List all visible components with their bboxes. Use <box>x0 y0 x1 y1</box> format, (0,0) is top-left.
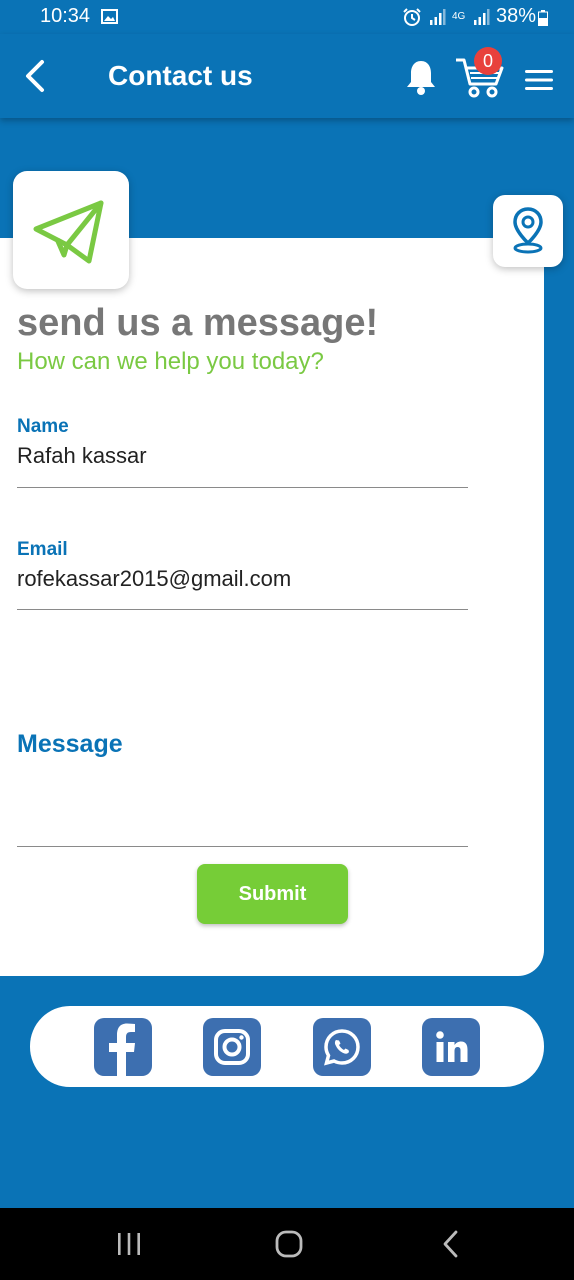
signal-icon-2 <box>473 8 490 25</box>
name-underline <box>17 487 468 488</box>
location-pin-icon <box>513 207 543 254</box>
whatsapp-icon <box>324 1029 360 1066</box>
notification-bell-icon[interactable] <box>404 58 438 96</box>
system-nav-bar <box>0 1208 574 1280</box>
status-time: 10:34 <box>40 5 91 27</box>
email-field[interactable]: rofekassar2015@gmail.com <box>17 566 468 592</box>
email-label: Email <box>17 539 68 560</box>
signal-icon <box>429 8 446 25</box>
name-field[interactable]: Rafah kassar <box>17 443 468 469</box>
facebook-button[interactable] <box>94 1018 152 1076</box>
alarm-icon <box>403 7 421 26</box>
linkedin-icon <box>436 1031 468 1062</box>
battery-level: 38% <box>495 5 536 27</box>
instagram-button[interactable] <box>203 1018 261 1076</box>
battery-icon <box>538 10 548 26</box>
facebook-icon <box>109 1023 135 1076</box>
cart-badge: 0 <box>474 47 502 75</box>
instagram-icon <box>214 1029 250 1065</box>
send-message-tile <box>13 171 129 289</box>
location-button[interactable] <box>493 195 563 267</box>
network-type: 4G <box>451 10 466 22</box>
email-underline <box>17 609 468 610</box>
linkedin-button[interactable] <box>422 1018 480 1076</box>
name-label: Name <box>17 416 69 437</box>
message-field[interactable] <box>17 780 468 840</box>
page-title: Contact us <box>108 60 253 91</box>
back-arrow-icon[interactable] <box>20 58 50 94</box>
gallery-icon <box>101 9 118 24</box>
home-icon[interactable] <box>272 1226 306 1262</box>
back-nav-icon[interactable] <box>438 1226 464 1262</box>
form-subheading: How can we help you today? <box>17 348 324 375</box>
recent-apps-icon[interactable] <box>114 1226 144 1262</box>
submit-button[interactable]: Submit <box>197 864 348 924</box>
paper-plane-icon <box>33 200 104 264</box>
hamburger-menu-icon[interactable] <box>524 68 554 92</box>
status-indicators: 4G 38% <box>402 5 536 28</box>
message-underline <box>17 846 468 847</box>
status-bar: 10:34 4G 38% <box>0 0 574 34</box>
whatsapp-button[interactable] <box>313 1018 371 1076</box>
message-label: Message <box>17 730 123 758</box>
form-heading: send us a message! <box>17 302 379 344</box>
